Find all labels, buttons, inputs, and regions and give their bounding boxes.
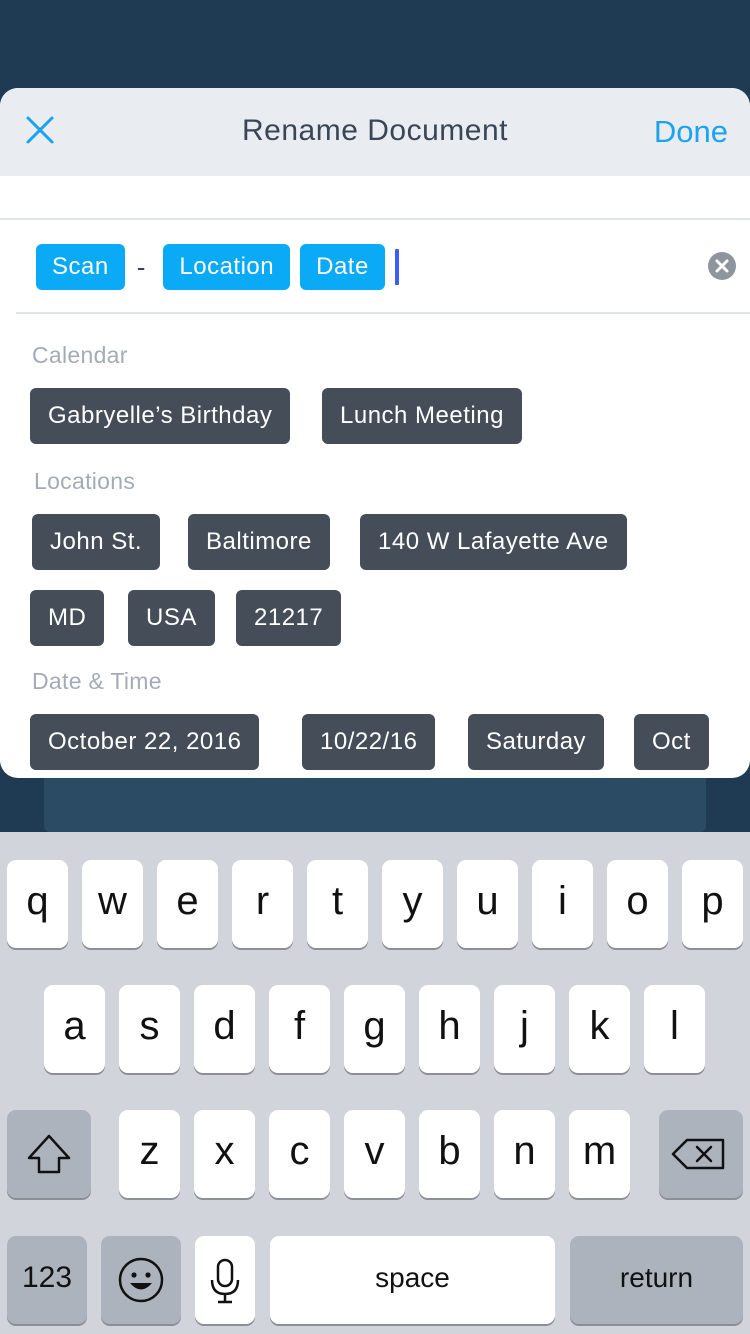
emoji-key[interactable] [101, 1236, 181, 1324]
key-d[interactable]: d [194, 985, 255, 1073]
name-token-field[interactable]: Scan - Location Date [36, 244, 399, 290]
divider [16, 312, 750, 314]
shift-icon [27, 1134, 71, 1174]
clear-icon [715, 259, 729, 273]
token-location[interactable]: Location [163, 244, 291, 290]
key-v[interactable]: v [344, 1110, 405, 1198]
key-k[interactable]: k [569, 985, 630, 1073]
key-w[interactable]: w [82, 860, 143, 948]
section-label-locations: Locations [34, 468, 136, 494]
chip-date-short[interactable]: 10/22/16 [302, 714, 436, 770]
key-m[interactable]: m [569, 1110, 630, 1198]
dictation-key[interactable] [195, 1236, 255, 1324]
chip-location-state[interactable]: MD [30, 590, 105, 646]
key-u[interactable]: u [457, 860, 518, 948]
delete-key[interactable] [659, 1110, 743, 1198]
key-j[interactable]: j [494, 985, 555, 1073]
token-separator: - [136, 251, 146, 282]
chip-location-address[interactable]: 140 W Lafayette Ave [360, 514, 627, 570]
key-a[interactable]: a [44, 985, 105, 1073]
key-x[interactable]: x [194, 1110, 255, 1198]
chip-location-zip[interactable]: 21217 [236, 590, 342, 646]
section-label-calendar: Calendar [32, 342, 128, 368]
key-n[interactable]: n [494, 1110, 555, 1198]
key-h[interactable]: h [419, 985, 480, 1073]
key-f[interactable]: f [269, 985, 330, 1073]
key-s[interactable]: s [119, 985, 180, 1073]
key-p[interactable]: p [682, 860, 743, 948]
chip-location-street[interactable]: John St. [32, 514, 161, 570]
return-key[interactable]: return [570, 1236, 743, 1324]
shift-key[interactable] [7, 1110, 91, 1198]
chip-calendar-lunch[interactable]: Lunch Meeting [322, 388, 522, 444]
key-t[interactable]: t [307, 860, 368, 948]
emoji-icon [118, 1257, 164, 1303]
numbers-key[interactable]: 123 [7, 1236, 87, 1324]
token-date[interactable]: Date [300, 244, 385, 290]
key-g[interactable]: g [344, 985, 405, 1073]
clear-button[interactable] [708, 252, 736, 280]
space-key[interactable]: space [270, 1236, 555, 1324]
rename-document-sheet: Rename Document Done Scan - Location Dat… [0, 88, 750, 778]
key-y[interactable]: y [382, 860, 443, 948]
key-l[interactable]: l [644, 985, 705, 1073]
token-scan[interactable]: Scan [36, 244, 125, 290]
key-i[interactable]: i [532, 860, 593, 948]
keyboard: q w e r t y u i o p a s d f g h j k l z … [0, 832, 750, 1334]
section-label-datetime: Date & Time [32, 668, 162, 694]
key-o[interactable]: o [607, 860, 668, 948]
microphone-icon [210, 1258, 240, 1304]
done-button[interactable]: Done [654, 114, 728, 150]
chip-date-weekday[interactable]: Saturday [468, 714, 605, 770]
chip-location-country[interactable]: USA [128, 590, 215, 646]
chip-date-month[interactable]: Oct [634, 714, 709, 770]
chip-calendar-birthday[interactable]: Gabryelle’s Birthday [30, 388, 291, 444]
backspace-icon [671, 1138, 725, 1170]
page-title: Rename Document [242, 114, 508, 147]
chip-date-long[interactable]: October 22, 2016 [30, 714, 260, 770]
chip-location-city[interactable]: Baltimore [188, 514, 330, 570]
key-r[interactable]: r [232, 860, 293, 948]
key-z[interactable]: z [119, 1110, 180, 1198]
key-b[interactable]: b [419, 1110, 480, 1198]
divider [0, 218, 750, 220]
key-e[interactable]: e [157, 860, 218, 948]
key-c[interactable]: c [269, 1110, 330, 1198]
navigation-bar: Rename Document Done [0, 88, 750, 176]
key-q[interactable]: q [7, 860, 68, 948]
text-cursor [394, 249, 399, 285]
